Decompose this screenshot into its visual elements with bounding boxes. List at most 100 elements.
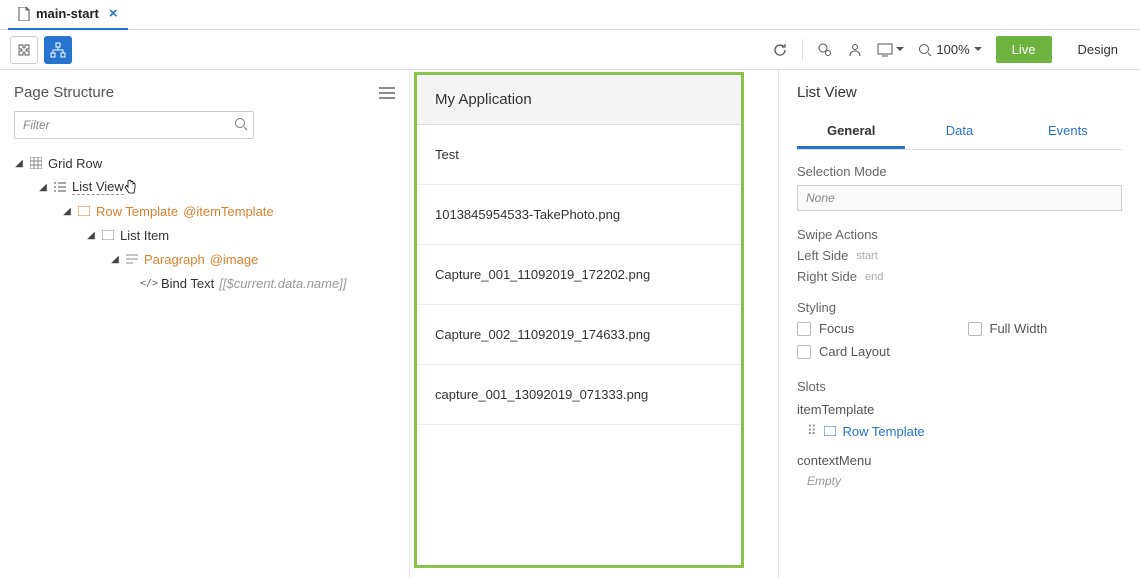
selection-mode-label: Selection Mode [797, 164, 1122, 179]
toolbar: 100% Live Design [0, 30, 1140, 70]
focus-checkbox-row[interactable]: Focus [797, 321, 952, 336]
close-icon[interactable]: × [109, 5, 118, 22]
collapse-icon[interactable]: ◢ [38, 182, 48, 193]
search-icon [918, 43, 932, 57]
inspector-panel: List View General Data Events Selection … [778, 70, 1140, 578]
tree-node-grid-row[interactable]: ◢ Grid Row [14, 151, 395, 175]
drag-handle-icon[interactable]: ⠿ [807, 423, 817, 439]
card-layout-checkbox-row[interactable]: Card Layout [797, 344, 952, 359]
reload-button[interactable] [772, 42, 788, 58]
reload-icon [772, 42, 788, 58]
inspector-title: List View [797, 84, 1122, 101]
full-width-label: Full Width [990, 321, 1048, 336]
focus-label: Focus [819, 321, 854, 336]
paragraph-icon [125, 252, 139, 266]
left-side-label: Left Side [797, 248, 848, 263]
structure-button[interactable] [44, 36, 72, 64]
grid-icon [29, 156, 43, 170]
divider [802, 39, 803, 61]
right-side-label: Right Side [797, 269, 857, 284]
file-tab-main-start[interactable]: main-start × [8, 0, 128, 30]
app-header: My Application [417, 75, 741, 125]
globe-switch-icon [817, 42, 833, 58]
tree-label: Grid Row [48, 156, 102, 171]
tree-node-list-view[interactable]: ◢ List View [14, 175, 395, 199]
full-width-checkbox-row[interactable]: Full Width [968, 321, 1123, 336]
tab-events[interactable]: Events [1014, 115, 1122, 149]
tree-label: List Item [120, 228, 169, 243]
selection-mode-select[interactable]: None [797, 185, 1122, 211]
tree-decorator: [[$current.data.name]] [219, 276, 346, 291]
tree-node-bind-text[interactable]: </> Bind Text [[$current.data.name]] [14, 271, 395, 295]
menu-icon [379, 87, 395, 99]
list-item[interactable]: Test [417, 125, 741, 185]
checkbox-icon[interactable] [797, 322, 811, 336]
search-icon [234, 117, 248, 131]
chevron-down-icon [974, 47, 982, 52]
card-layout-label: Card Layout [819, 344, 890, 359]
slot-context-menu-empty: Empty [797, 474, 1122, 488]
person-button[interactable] [847, 42, 863, 58]
collapse-icon[interactable]: ◢ [86, 230, 96, 241]
file-tab-bar: main-start × [0, 0, 1140, 30]
tab-data[interactable]: Data [905, 115, 1013, 149]
puzzle-button[interactable] [10, 36, 38, 64]
list-icon [53, 180, 67, 194]
tree-node-row-template[interactable]: ◢ Row Template @itemTemplate [14, 199, 395, 223]
collapse-icon[interactable]: ◢ [110, 254, 120, 265]
slots-label: Slots [797, 379, 1122, 394]
tree-label: Paragraph [144, 252, 205, 267]
list-item[interactable]: Capture_002_11092019_174633.png [417, 305, 741, 365]
bind-icon: </> [142, 276, 156, 290]
template-icon [77, 204, 91, 218]
tab-general[interactable]: General [797, 115, 905, 149]
slot-item-template: itemTemplate [797, 402, 1122, 417]
list-view-preview: Test 1013845954533-TakePhoto.png Capture… [417, 125, 741, 425]
list-item[interactable]: 1013845954533-TakePhoto.png [417, 185, 741, 245]
design-canvas: My Application Test 1013845954533-TakePh… [410, 70, 778, 578]
live-button[interactable]: Live [996, 36, 1052, 63]
inspector-tabs: General Data Events [797, 115, 1122, 150]
chevron-down-icon [896, 47, 904, 52]
slot-row-template[interactable]: ⠿ Row Template [797, 423, 1122, 439]
list-item[interactable]: Capture_001_11092019_172202.png [417, 245, 741, 305]
component-tree: ◢ Grid Row ◢ List View ◢ Row Template @i… [14, 147, 395, 295]
design-button[interactable]: Design [1066, 36, 1130, 63]
right-side-hint: end [865, 271, 883, 283]
zoom-value: 100% [936, 42, 969, 57]
checkbox-icon[interactable] [797, 345, 811, 359]
tree-node-paragraph[interactable]: ◢ Paragraph @image [14, 247, 395, 271]
locale-button[interactable] [817, 42, 833, 58]
tree-label: Row Template [96, 204, 178, 219]
swipe-actions-label: Swipe Actions [797, 227, 1122, 242]
filter-search-button[interactable] [234, 117, 248, 131]
template-icon [823, 424, 837, 438]
tree-node-list-item[interactable]: ◢ List Item [14, 223, 395, 247]
slot-row-template-label: Row Template [843, 424, 925, 439]
swipe-right-row[interactable]: Right Side end [797, 269, 1122, 284]
tree-decorator: @itemTemplate [183, 204, 274, 219]
device-icon [877, 43, 893, 57]
page-structure-panel: Page Structure ◢ Grid Row ◢ List View [0, 70, 410, 578]
tree-decorator: @image [210, 252, 259, 267]
list-item[interactable]: capture_001_13092019_071333.png [417, 365, 741, 425]
zoom-control[interactable]: 100% [918, 42, 981, 57]
tree-label: Bind Text [161, 276, 214, 291]
hierarchy-icon [50, 42, 66, 58]
item-icon [101, 228, 115, 242]
swipe-left-row[interactable]: Left Side start [797, 248, 1122, 263]
device-dropdown[interactable] [877, 43, 904, 57]
collapse-icon[interactable]: ◢ [14, 158, 24, 169]
styling-label: Styling [797, 300, 1122, 315]
app-preview[interactable]: My Application Test 1013845954533-TakePh… [414, 72, 744, 568]
person-icon [847, 42, 863, 58]
file-tab-label: main-start [36, 6, 99, 21]
puzzle-icon [16, 42, 32, 58]
collapse-icon[interactable]: ◢ [62, 206, 72, 217]
left-side-hint: start [856, 250, 877, 262]
cursor-hand-icon [123, 179, 137, 195]
filter-input[interactable] [14, 111, 254, 139]
panel-menu-button[interactable] [379, 87, 395, 99]
file-icon [18, 7, 30, 21]
checkbox-icon[interactable] [968, 322, 982, 336]
